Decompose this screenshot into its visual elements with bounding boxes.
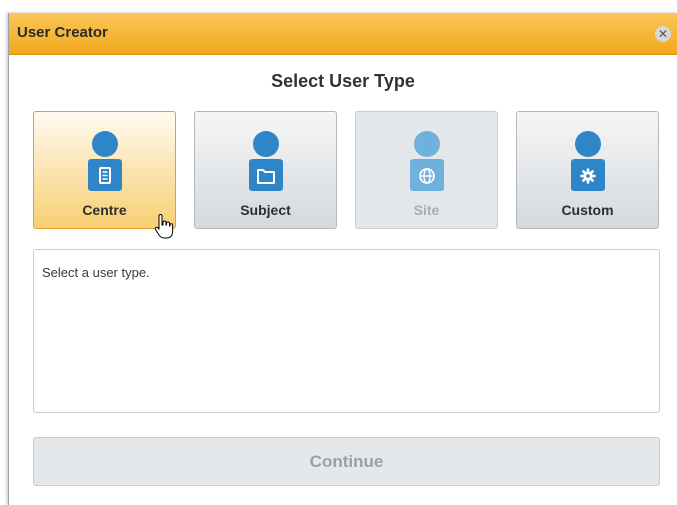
user-type-label: Site: [413, 202, 440, 218]
user-icon: [248, 131, 283, 191]
continue-label: Continue: [309, 452, 384, 471]
user-creator-dialog: User Creator ✕ Select User Type Centre S…: [8, 13, 677, 505]
user-type-site-button[interactable]: Site: [355, 111, 498, 229]
user-type-custom-button[interactable]: Custom: [516, 111, 659, 229]
page-title: Select User Type: [271, 71, 415, 91]
window-title: User Creator: [17, 24, 108, 41]
close-icon[interactable]: ✕: [655, 26, 671, 42]
title-bar: User Creator ✕: [9, 13, 677, 55]
description-box: Select a user type.: [33, 249, 660, 413]
user-type-centre-button[interactable]: Centre: [33, 111, 176, 229]
description-text: Select a user type.: [42, 265, 150, 280]
user-type-label: Subject: [240, 202, 291, 218]
hand-cursor-icon: [154, 214, 174, 239]
user-icon: [87, 131, 122, 191]
user-type-subject-button[interactable]: Subject: [194, 111, 337, 229]
user-icon: [409, 131, 444, 191]
gear-icon: [579, 168, 596, 184]
user-icon: [570, 131, 605, 191]
user-type-label: Custom: [561, 202, 614, 218]
continue-button[interactable]: Continue: [33, 437, 660, 486]
